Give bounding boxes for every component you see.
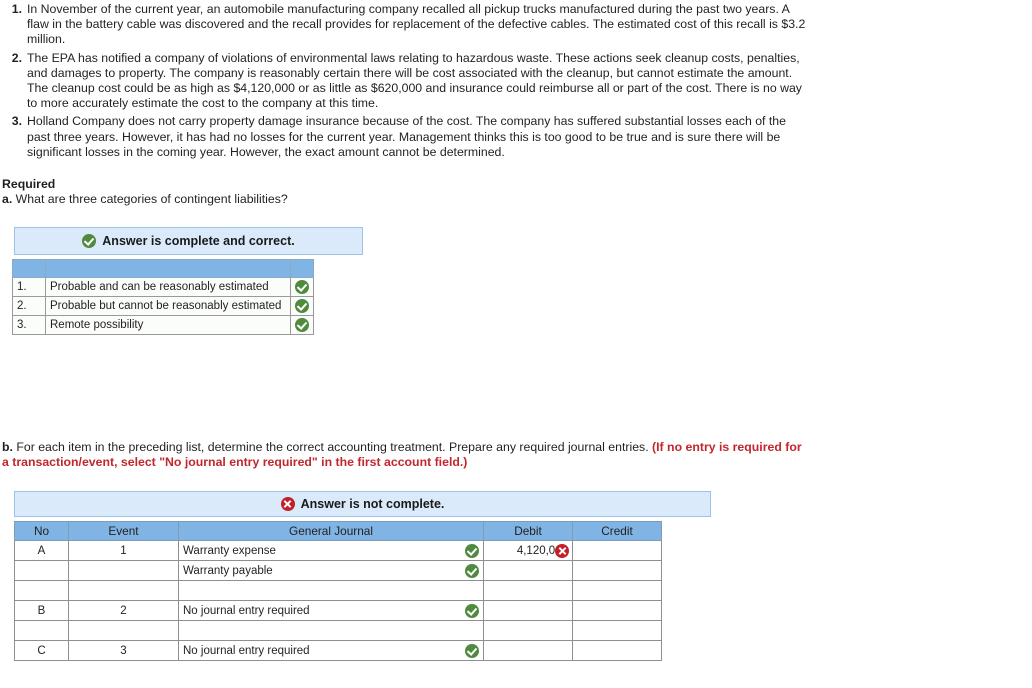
debit-input-field[interactable]	[483, 620, 573, 641]
account-name: No journal entry required	[183, 604, 310, 617]
account-select-field[interactable]	[178, 620, 484, 641]
answer-status-text-b: Answer is not complete.	[300, 497, 445, 511]
credit-input-field[interactable]	[572, 580, 662, 601]
x-circle-icon	[280, 497, 295, 511]
requirement-b-body: For each item in the preceding list, det…	[12, 440, 653, 454]
column-header-general-journal: General Journal	[178, 521, 484, 541]
check-circle-icon	[465, 643, 479, 658]
contingent-liability-categories-table: 1. Probable and can be reasonably estima…	[12, 259, 314, 335]
row-number: 3.	[12, 315, 46, 335]
requirement-b-label: b.	[2, 440, 13, 454]
cell-event: 2	[68, 600, 179, 621]
answer-status-text-a: Answer is complete and correct.	[102, 234, 295, 248]
list-item: 1. In November of the current year, an a…	[0, 0, 810, 48]
table-row: Warranty payable	[14, 560, 662, 581]
list-item-number: 1.	[11, 2, 22, 16]
debit-input-field[interactable]	[483, 560, 573, 581]
table-row: 1. Probable and can be reasonably estima…	[12, 277, 314, 297]
table-header-row	[12, 259, 314, 278]
credit-input-field[interactable]	[572, 640, 662, 661]
table-row: A 1 Warranty expense 4,120,000	[14, 540, 662, 561]
header-cell-blank-1	[12, 259, 46, 278]
table-row	[14, 620, 662, 641]
category-answer-field[interactable]: Remote possibility	[45, 315, 291, 335]
credit-input-field[interactable]	[572, 620, 662, 641]
answer-status-banner-a: Answer is complete and correct.	[14, 227, 363, 255]
debit-input-field[interactable]	[483, 600, 573, 621]
debit-input-field[interactable]	[483, 580, 573, 601]
account-select-field[interactable]: No journal entry required	[178, 600, 484, 621]
row-status-cell	[290, 296, 314, 316]
account-name: No journal entry required	[183, 644, 310, 657]
answer-status-banner-b: Answer is not complete.	[14, 491, 711, 517]
table-row	[14, 580, 662, 601]
category-answer-field[interactable]: Probable but cannot be reasonably estima…	[45, 296, 291, 316]
check-circle-icon	[295, 318, 309, 332]
check-circle-icon	[465, 563, 479, 578]
category-answer-field[interactable]: Probable and can be reasonably estimated	[45, 277, 291, 297]
list-item-number: 2.	[11, 50, 22, 65]
cell-event: 3	[68, 640, 179, 661]
account-name: Warranty payable	[183, 564, 273, 577]
row-number: 1.	[12, 277, 46, 297]
check-circle-icon	[82, 234, 97, 248]
table-row: 2. Probable but cannot be reasonably est…	[12, 296, 314, 316]
account-select-field[interactable]: No journal entry required	[178, 640, 484, 661]
cell-no: C	[14, 640, 69, 661]
list-item-text: Holland Company does not carry property …	[27, 114, 786, 159]
x-circle-icon	[555, 543, 569, 558]
table-header-row: No Event General Journal Debit Credit	[14, 521, 662, 541]
requirement-a-body: What are three categories of contingent …	[12, 192, 288, 206]
account-name: Warranty expense	[183, 544, 276, 557]
check-circle-icon	[465, 603, 479, 618]
table-row: C 3 No journal entry required	[14, 640, 662, 661]
cell-no	[14, 580, 69, 601]
cell-event	[68, 560, 179, 581]
cell-event	[68, 620, 179, 641]
general-journal-table: No Event General Journal Debit Credit A …	[14, 521, 662, 661]
cell-no: A	[14, 540, 69, 561]
credit-input-field[interactable]	[572, 600, 662, 621]
credit-input-field[interactable]	[572, 540, 662, 561]
list-item-text: The EPA has notified a company of violat…	[27, 50, 802, 111]
table-row: B 2 No journal entry required	[14, 600, 662, 621]
list-item-text: In November of the current year, an auto…	[27, 2, 806, 47]
contingency-item-list: 1. In November of the current year, an a…	[0, 0, 810, 161]
row-number: 2.	[12, 296, 46, 316]
row-status-cell	[290, 315, 314, 335]
check-circle-icon	[295, 299, 309, 313]
header-cell-blank-2	[45, 259, 291, 278]
cell-no: B	[14, 600, 69, 621]
cell-no	[14, 560, 69, 581]
requirement-a-text: a. What are three categories of continge…	[2, 192, 288, 206]
check-circle-icon	[295, 280, 309, 294]
cell-no	[14, 620, 69, 641]
requirement-a-label: a.	[2, 192, 13, 206]
table-row: 3. Remote possibility	[12, 315, 314, 335]
column-header-credit: Credit	[572, 521, 662, 541]
credit-input-field[interactable]	[572, 560, 662, 581]
column-header-no: No	[14, 521, 69, 541]
cell-event: 1	[68, 540, 179, 561]
debit-input-field[interactable]: 4,120,000	[483, 540, 573, 561]
header-cell-blank-3	[290, 259, 314, 278]
required-heading: Required	[2, 177, 56, 191]
list-item-number: 3.	[11, 114, 22, 129]
column-header-event: Event	[68, 521, 179, 541]
account-select-field[interactable]: Warranty payable	[178, 560, 484, 581]
list-item: 2. The EPA has notified a company of vio…	[0, 49, 810, 112]
account-select-field[interactable]	[178, 580, 484, 601]
cell-event	[68, 580, 179, 601]
list-item: 3. Holland Company does not carry proper…	[0, 112, 810, 160]
check-circle-icon	[465, 543, 479, 558]
account-select-field[interactable]: Warranty expense	[178, 540, 484, 561]
row-status-cell	[290, 277, 314, 297]
debit-input-field[interactable]	[483, 640, 573, 661]
requirement-b-text: b. For each item in the preceding list, …	[2, 440, 802, 471]
column-header-debit: Debit	[483, 521, 573, 541]
